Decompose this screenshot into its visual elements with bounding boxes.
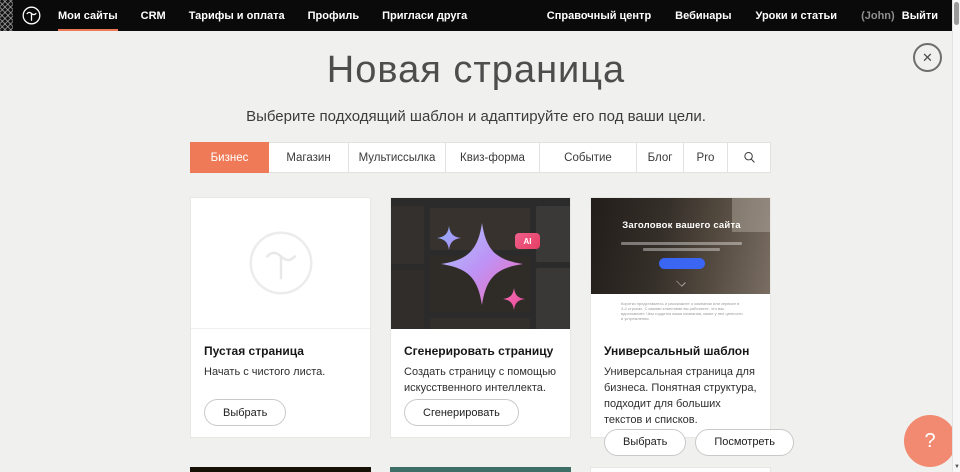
account-name: (John): [861, 10, 895, 22]
nav-profile[interactable]: Профиль: [308, 0, 359, 31]
card-description: Создать страницу с помощью искусственног…: [404, 365, 557, 397]
template-preview-thumbnail[interactable]: Заголовок вашего сайта Коротко представь…: [591, 198, 770, 329]
question-mark-icon: ?: [924, 430, 935, 453]
tilda-logo-watermark-icon: [248, 230, 314, 296]
card-description: Универсальная страница для бизнеса. Поня…: [604, 365, 757, 429]
card-buttons: Выбрать Посмотреть: [604, 429, 757, 456]
view-template-button[interactable]: Посмотреть: [695, 429, 794, 456]
choose-template-button[interactable]: Выбрать: [604, 429, 686, 456]
nav-help-center[interactable]: Справочный центр: [547, 10, 651, 22]
card-blank-page: Пустая страница Начать с чистого листа. …: [190, 197, 371, 438]
texture-strip: [0, 0, 13, 31]
help-button[interactable]: ?: [904, 415, 956, 467]
preview-chevron-down-icon: [676, 277, 686, 287]
tab-blog[interactable]: Блог: [636, 142, 684, 173]
template-card-partial[interactable]: [590, 467, 771, 472]
nav-tariffs[interactable]: Тарифы и оплата: [189, 0, 285, 31]
preview-hero-button: [659, 258, 705, 269]
card-universal-template: Заголовок вашего сайта Коротко представь…: [590, 197, 771, 438]
card-description: Начать с чистого листа.: [204, 365, 357, 381]
card-ai-generate: AI Сгенерировать страницу Создать страни…: [390, 197, 571, 438]
search-icon: [743, 151, 756, 164]
blank-page-thumbnail[interactable]: [191, 198, 370, 329]
tab-pro[interactable]: Pro: [683, 142, 728, 173]
scrollbar-down-arrow-icon[interactable]: ▼: [953, 465, 960, 471]
nav-crm[interactable]: CRM: [141, 0, 166, 31]
logout-link[interactable]: Выйти: [902, 10, 938, 22]
card-body: Пустая страница Начать с чистого листа. …: [191, 329, 370, 437]
preview-hero-subtitle-line: [643, 248, 720, 251]
card-title: Сгенерировать страницу: [404, 344, 557, 358]
tab-shop[interactable]: Магазин: [268, 142, 349, 173]
preview-hero-section: Заголовок вашего сайта: [591, 198, 770, 294]
ai-thumbnail[interactable]: AI: [391, 198, 570, 329]
topbar: Мои сайты CRM Тарифы и оплата Профиль Пр…: [0, 0, 952, 31]
nav-invite-friend[interactable]: Пригласи друга: [382, 0, 467, 31]
template-cards-row: Пустая страница Начать с чистого листа. …: [190, 197, 772, 438]
ai-sparkle-pink-icon: [503, 288, 525, 315]
nav-lessons[interactable]: Уроки и статьи: [756, 10, 838, 22]
nav-my-sites[interactable]: Мои сайты: [58, 0, 118, 31]
card-body: Сгенерировать страницу Создать страницу …: [391, 329, 570, 437]
ai-badge: AI: [515, 233, 540, 249]
template-card-partial[interactable]: [390, 467, 571, 472]
page-subtitle: Выберите подходящий шаблон и адаптируйте…: [0, 108, 952, 125]
next-templates-row: [190, 467, 772, 472]
preview-hero-subtitle-line: [621, 242, 742, 245]
card-body: Универсальный шаблон Универсальная стран…: [591, 329, 770, 467]
close-icon: ✕: [922, 50, 933, 66]
choose-blank-button[interactable]: Выбрать: [204, 399, 286, 426]
topbar-nav-right: Справочный центр Вебинары Уроки и статьи…: [523, 10, 938, 22]
close-button[interactable]: ✕: [913, 43, 942, 72]
preview-paragraph: Коротко представьтесь и расскажите о ком…: [621, 301, 743, 321]
account-area: (John) Выйти: [861, 10, 938, 22]
tab-business[interactable]: Бизнес: [190, 142, 269, 173]
card-buttons: Выбрать: [204, 399, 357, 426]
page-title: Новая страница: [0, 49, 952, 92]
template-category-tabs: Бизнес Магазин Мультиссылка Квиз-форма С…: [190, 142, 772, 173]
topbar-nav-left: Мои сайты CRM Тарифы и оплата Профиль Пр…: [58, 0, 490, 31]
card-buttons: Сгенерировать: [404, 399, 557, 426]
nav-webinars[interactable]: Вебинары: [675, 10, 731, 22]
tilda-logo-icon[interactable]: [22, 6, 41, 25]
page-scrollbar[interactable]: ▼: [952, 0, 960, 472]
tab-quiz-form[interactable]: Квиз-форма: [445, 142, 540, 173]
tab-event[interactable]: Событие: [539, 142, 637, 173]
tab-multilink[interactable]: Мультиссылка: [348, 142, 446, 173]
card-title: Универсальный шаблон: [604, 344, 757, 358]
scrollbar-thumb[interactable]: [954, 2, 959, 25]
generate-button[interactable]: Сгенерировать: [404, 399, 519, 426]
template-card-partial[interactable]: [190, 467, 371, 472]
preview-hero-title: Заголовок вашего сайта: [591, 220, 770, 231]
card-title: Пустая страница: [204, 344, 357, 358]
tab-search[interactable]: [727, 142, 771, 173]
